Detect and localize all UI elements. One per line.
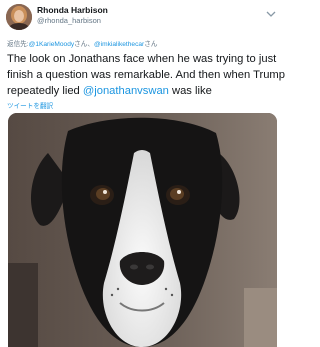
chevron-down-icon[interactable] (266, 5, 276, 17)
tweet-text-line: finish a question was remarkable. And th… (7, 69, 285, 81)
tweet-text: The look on Jonathans face when he was t… (7, 51, 285, 99)
reply-suffix: さん (144, 41, 158, 48)
reply-separator: さん、 (74, 41, 94, 48)
mention-link[interactable]: @1KarieMoody (29, 41, 75, 48)
tweet: Rhonda Harbison @rhonda_harbison 返信先:@1K… (0, 0, 285, 347)
avatar[interactable] (6, 4, 32, 30)
author-handle[interactable]: @rhonda_harbison (37, 16, 101, 25)
translate-link[interactable]: ツイートを翻訳 (7, 100, 53, 110)
reply-context: 返信先:@1KarieMoodyさん、@imkialikethecarさん (7, 38, 157, 48)
mention-link[interactable]: @imkialikethecar (94, 41, 144, 48)
reply-prefix: 返信先: (7, 41, 29, 48)
mention-link[interactable]: @jonathanvswan (83, 85, 169, 97)
media-image[interactable] (8, 113, 277, 347)
author-name[interactable]: Rhonda Harbison (37, 5, 108, 15)
tweet-text-segment: was like (168, 85, 212, 97)
tweet-text-segment: repeatedly lied (7, 85, 83, 97)
tweet-text-line: repeatedly lied @jonathanvswan was like (7, 83, 285, 99)
tweet-text-line: The look on Jonathans face when he was t… (7, 53, 277, 65)
